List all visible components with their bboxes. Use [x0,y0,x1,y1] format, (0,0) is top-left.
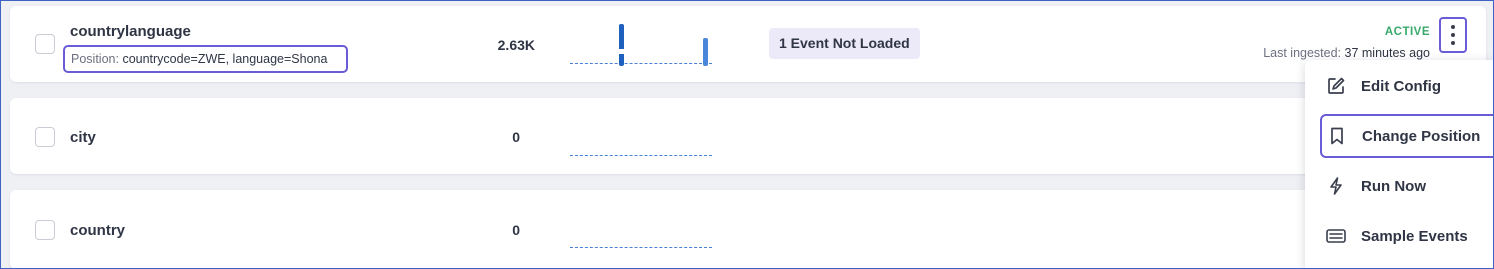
edit-icon [1325,75,1347,97]
sparkline-chart [570,138,712,158]
table-name[interactable]: city [70,129,96,146]
dot-icon [1451,41,1455,45]
bookmark-icon [1326,125,1348,147]
sparkline-baseline [570,155,712,156]
event-count: 0 [512,222,520,238]
table-row[interactable]: countrylanguage Position: countrycode=ZW… [10,6,1486,82]
position-label: Position: [71,52,119,66]
list-icon [1325,225,1347,247]
menu-item-label: Change Position [1362,127,1481,145]
more-options-button[interactable] [1439,17,1467,53]
table-row[interactable]: country 0 [10,190,1486,269]
sparkline-chart [570,230,712,250]
status-badge: ACTIVE [1384,26,1430,38]
last-ingested-label: Last ingested: [1263,46,1342,60]
sparkline-bar-gap [619,49,624,54]
last-ingested-value: 37 minutes ago [1344,46,1430,60]
table-row[interactable]: city 0 [10,98,1486,174]
row-checkbox[interactable] [35,34,55,54]
row-actions-menu: Edit Config Change Position Run Now Samp… [1305,60,1494,269]
sparkline-baseline [570,247,712,248]
event-count: 2.63K [497,37,535,53]
sparkline-bar [619,24,624,66]
row-checkbox[interactable] [35,127,55,147]
sparkline-baseline [570,63,712,64]
events-not-loaded-badge[interactable]: 1 Event Not Loaded [769,28,920,59]
menu-item-label: Edit Config [1361,77,1441,95]
menu-item-label: Run Now [1361,177,1426,195]
table-name[interactable]: countrylanguage [70,23,191,40]
dot-icon [1451,25,1455,29]
row-checkbox[interactable] [35,220,55,240]
menu-item-change-position[interactable]: Change Position [1320,114,1494,158]
position-info: Position: countrycode=ZWE, language=Shon… [63,45,348,73]
table-name[interactable]: country [70,222,125,239]
menu-item-run-now[interactable]: Run Now [1319,164,1494,208]
menu-item-sample-events[interactable]: Sample Events [1319,214,1494,258]
dot-icon [1451,33,1455,37]
event-count: 0 [512,129,520,145]
last-ingested: Last ingested: 37 minutes ago [1263,46,1430,60]
menu-item-label: Sample Events [1361,227,1468,245]
menu-item-edit-config[interactable]: Edit Config [1319,64,1494,108]
sparkline-chart [570,22,712,66]
lightning-icon [1325,175,1347,197]
position-value: countrycode=ZWE, language=Shona [122,52,328,66]
sparkline-bar [703,38,708,66]
